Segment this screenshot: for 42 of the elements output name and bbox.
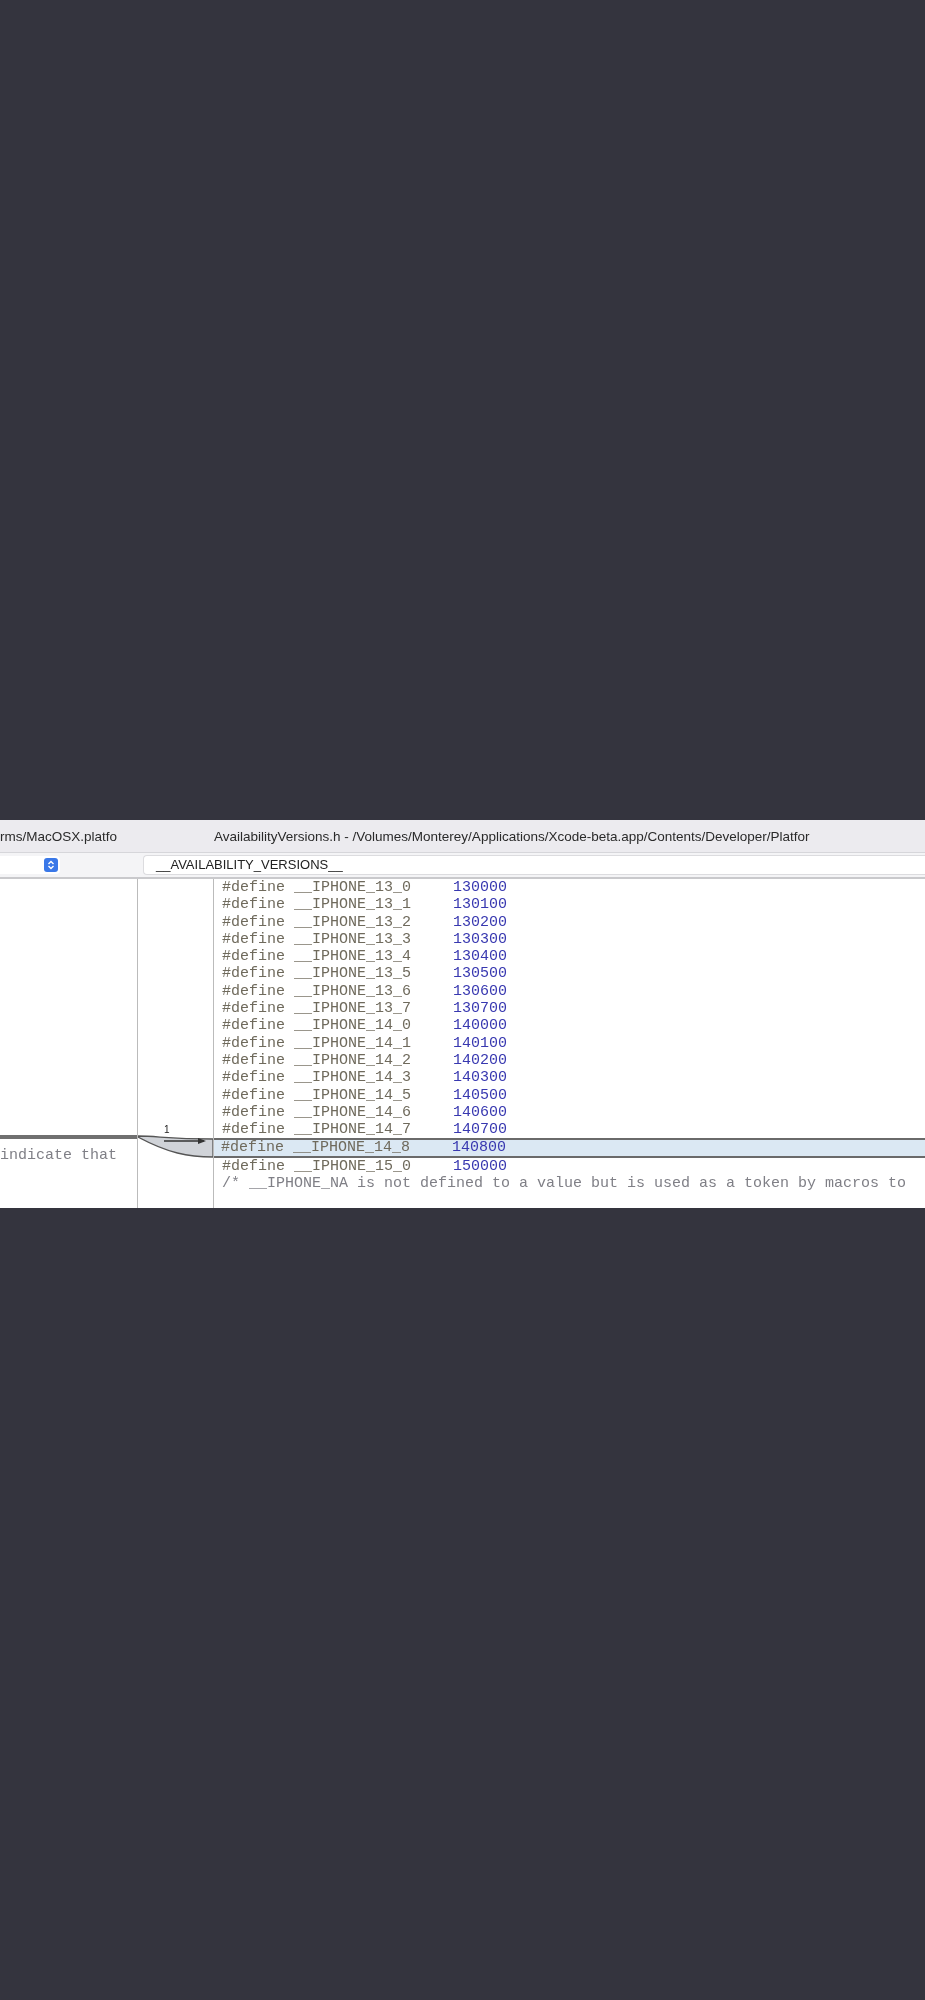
jump-bar-popup[interactable]: __AVAILABILITY_VERSIONS__ bbox=[143, 855, 925, 875]
code-number: 130400 bbox=[453, 948, 508, 966]
code-comment: /* __IPHONE_NA is not defined to a value but is used as a token by macros to bbox=[222, 1175, 907, 1193]
code-number: 140200 bbox=[453, 1051, 508, 1070]
file-path-title: rms/MacOSX.platfo bbox=[0, 829, 118, 844]
code-number: 140000 bbox=[453, 1017, 508, 1035]
file-path-title: AvailabilityVersions.h - /Volumes/Monterey/Applications/Xcode-beta.app/Contents/Developer/Platfor bbox=[214, 829, 810, 844]
code-text: #define __IPHONE_13_4 bbox=[222, 948, 412, 966]
code-number: 130000 bbox=[453, 879, 508, 897]
code-text: #define __IPHONE_14_7 bbox=[222, 1121, 412, 1139]
code-text: #define __IPHONE_13_0 bbox=[222, 879, 412, 897]
code-number: 130600 bbox=[453, 982, 508, 1001]
code-number: 140100 bbox=[453, 1034, 508, 1052]
code-text: #define __IPHONE_14_8 bbox=[221, 1140, 411, 1156]
code-text: #define __IPHONE_14_2 bbox=[222, 1051, 412, 1070]
code-number: 140600 bbox=[453, 1103, 508, 1122]
code-number: 130200 bbox=[453, 913, 508, 931]
code-text: #define __IPHONE_13_3 bbox=[222, 930, 412, 949]
code-text: #define __IPHONE_13_5 bbox=[222, 965, 412, 983]
code-comment: indicate that bbox=[0, 1146, 118, 1164]
code-number: 140700 bbox=[453, 1121, 508, 1139]
code-text: #define __IPHONE_13_7 bbox=[222, 1000, 412, 1018]
code-text: #define __IPHONE_14_6 bbox=[222, 1103, 412, 1122]
code-number: 140500 bbox=[453, 1086, 508, 1104]
code-text: #define __IPHONE_13_2 bbox=[222, 913, 412, 931]
code-text: #define __IPHONE_14_5 bbox=[222, 1086, 412, 1104]
code-number: 140800 bbox=[452, 1140, 507, 1156]
code-text: #define __IPHONE_14_1 bbox=[222, 1034, 412, 1052]
code-text: #define __IPHONE_14_3 bbox=[222, 1069, 412, 1087]
code-number: 130100 bbox=[453, 896, 508, 914]
jump-bar-popup[interactable] bbox=[0, 856, 60, 874]
code-text: #define __IPHONE_13_6 bbox=[222, 982, 412, 1001]
code-text: #define __IPHONE_13_1 bbox=[222, 896, 412, 914]
code-number: 130700 bbox=[453, 1000, 508, 1018]
code-text: #define __IPHONE_15_0 bbox=[222, 1157, 412, 1176]
stepper-icon bbox=[44, 858, 58, 872]
code-number: 130500 bbox=[453, 965, 508, 983]
code-text: #define __IPHONE_14_0 bbox=[222, 1017, 412, 1035]
code-number: 150000 bbox=[453, 1157, 508, 1176]
change-count: 1 bbox=[164, 1123, 170, 1135]
code-number: 140300 bbox=[453, 1069, 508, 1087]
code-number: 130300 bbox=[453, 930, 508, 949]
